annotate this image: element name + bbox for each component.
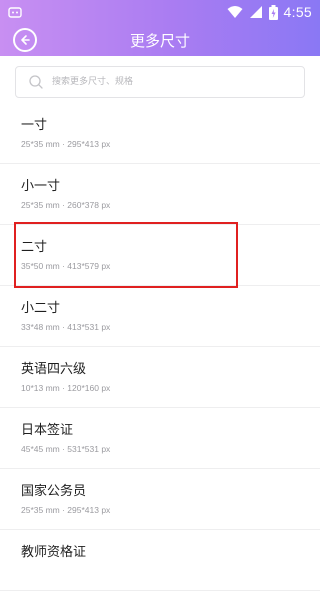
signal-icon — [249, 6, 262, 18]
app-bar: 更多尺寸 — [0, 24, 320, 56]
size-spec: 33*48 mm · 413*531 px — [21, 322, 111, 332]
size-item-8[interactable]: 教师资格证 — [0, 530, 320, 591]
status-bar: 4:55 — [0, 0, 320, 24]
size-item-6[interactable]: 日本签证 45*45 mm · 531*531 px — [0, 408, 320, 469]
wifi-icon — [227, 6, 243, 18]
size-name: 小一寸 — [21, 179, 61, 194]
size-spec: 45*45 mm · 531*531 px — [21, 444, 111, 454]
search-input[interactable] — [50, 76, 304, 88]
size-spec: 35*50 mm · 413*579 px — [21, 261, 111, 271]
size-item-3[interactable]: 二寸 35*50 mm · 413*579 px — [0, 225, 320, 286]
size-list: 一寸 25*35 mm · 295*413 px 小一寸 25*35 mm · … — [0, 103, 320, 591]
size-item-2[interactable]: 小一寸 25*35 mm · 260*378 px — [0, 164, 320, 225]
status-time: 4:55 — [283, 4, 312, 20]
size-name: 小二寸 — [21, 301, 61, 316]
size-spec: 10*13 mm · 120*160 px — [21, 383, 111, 393]
size-name: 英语四六级 — [21, 362, 87, 377]
size-item-1[interactable]: 一寸 25*35 mm · 295*413 px — [0, 103, 320, 164]
size-item-7[interactable]: 国家公务员 25*35 mm · 295*413 px — [0, 469, 320, 530]
battery-icon — [268, 4, 278, 20]
size-item-5[interactable]: 英语四六级 10*13 mm · 120*160 px — [0, 347, 320, 408]
size-spec: 25*35 mm · 260*378 px — [21, 200, 111, 210]
size-name: 二寸 — [21, 240, 48, 255]
search-icon — [29, 75, 43, 89]
size-name: 教师资格证 — [21, 545, 87, 560]
android-icon — [8, 7, 22, 18]
size-name: 日本签证 — [21, 423, 74, 438]
size-name: 一寸 — [21, 118, 48, 133]
size-item-4[interactable]: 小二寸 33*48 mm · 413*531 px — [0, 286, 320, 347]
page-title: 更多尺寸 — [129, 32, 190, 50]
size-name: 国家公务员 — [21, 484, 87, 499]
search-bar — [15, 66, 305, 98]
search-box[interactable] — [15, 66, 305, 98]
size-spec: 25*35 mm · 295*413 px — [21, 139, 111, 149]
size-spec: 25*35 mm · 295*413 px — [21, 505, 111, 515]
